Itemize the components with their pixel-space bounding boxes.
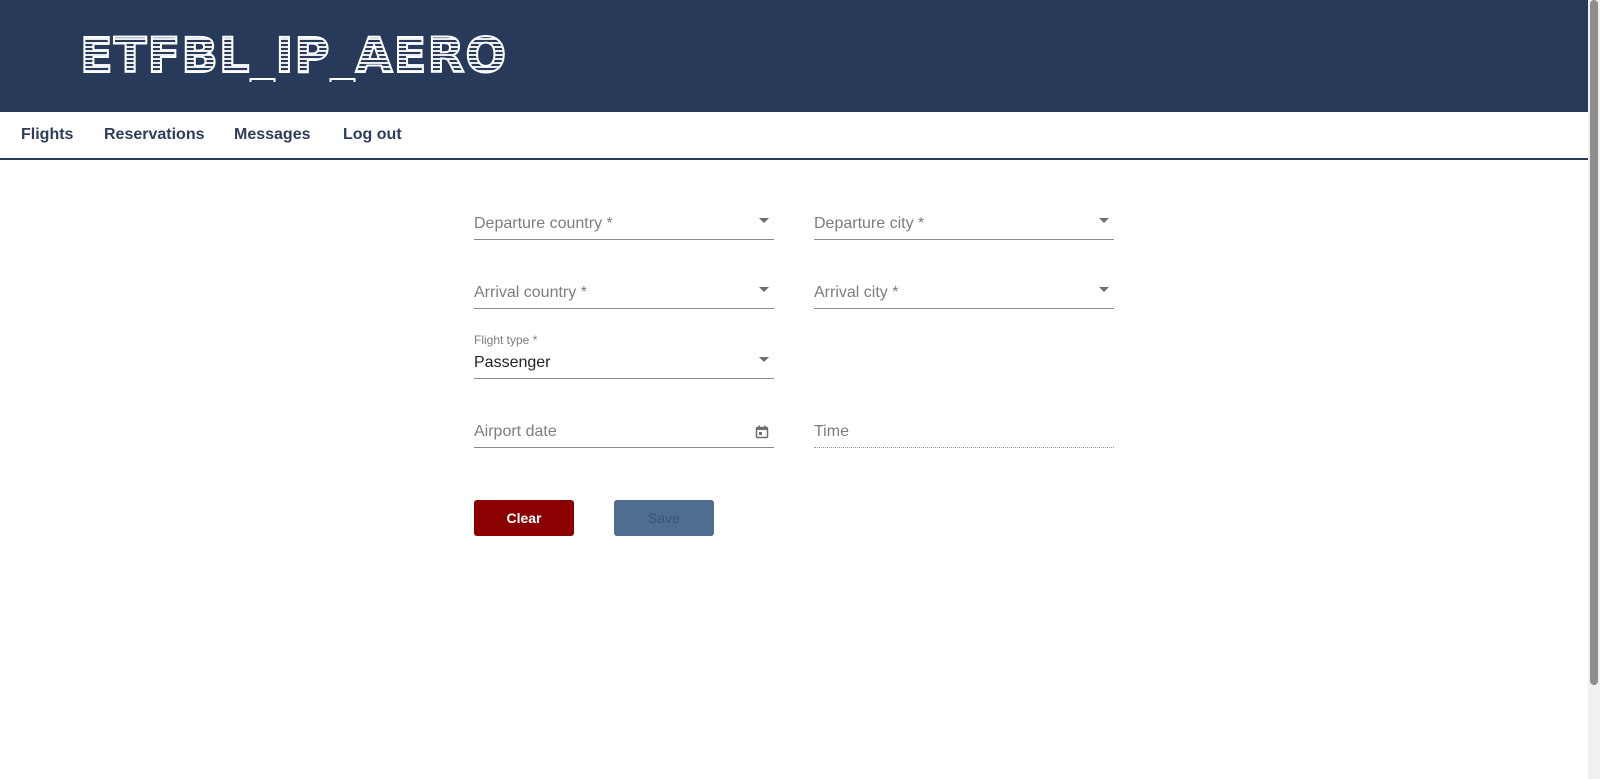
nav-item-reservations[interactable]: Reservations	[104, 126, 205, 144]
arrival-country-select[interactable]: Arrival country *	[474, 261, 774, 309]
chevron-down-icon	[759, 357, 769, 362]
chevron-down-icon	[1099, 218, 1109, 223]
logo-image: ETFBL_IP_AERO ETFBL_IP_AERO	[80, 27, 507, 82]
chevron-down-icon	[1099, 287, 1109, 292]
scrollbar-thumb[interactable]	[1590, 0, 1598, 685]
departure-country-placeholder: Departure country *	[474, 215, 613, 232]
flight-type-select[interactable]: Flight type * Passenger	[474, 331, 774, 379]
chevron-down-icon	[759, 287, 769, 292]
flight-type-label: Flight type *	[474, 333, 538, 347]
vertical-scrollbar[interactable]	[1588, 0, 1600, 779]
app-root: ETFBL_IP_AERO ETFBL_IP_AERO Flights Rese…	[0, 0, 1600, 779]
arrival-city-select[interactable]: Arrival city *	[814, 261, 1114, 309]
chevron-down-icon	[759, 218, 769, 223]
airport-date-placeholder: Airport date	[474, 423, 557, 440]
airport-date-field[interactable]: Airport date	[474, 400, 774, 448]
main-nav: Flights Reservations Messages Log out	[0, 112, 1588, 160]
flight-type-value: Passenger	[474, 354, 551, 371]
departure-city-placeholder: Departure city *	[814, 215, 925, 232]
time-placeholder: Time	[814, 423, 849, 440]
arrival-country-placeholder: Arrival country *	[474, 284, 587, 301]
clear-button[interactable]: Clear	[474, 500, 574, 536]
logo-text-fill: ETFBL_IP_AERO	[80, 28, 507, 82]
header-banner: ETFBL_IP_AERO ETFBL_IP_AERO	[0, 0, 1588, 112]
nav-item-flights[interactable]: Flights	[21, 126, 73, 144]
time-field[interactable]: Time	[814, 400, 1114, 448]
save-button[interactable]: Save	[614, 500, 714, 536]
arrival-city-placeholder: Arrival city *	[814, 284, 899, 301]
app-logo[interactable]: ETFBL_IP_AERO ETFBL_IP_AERO	[80, 22, 510, 82]
nav-item-messages[interactable]: Messages	[234, 126, 311, 144]
nav-item-log-out[interactable]: Log out	[343, 126, 402, 144]
calendar-icon[interactable]	[755, 425, 769, 439]
departure-country-select[interactable]: Departure country *	[474, 192, 774, 240]
departure-city-select[interactable]: Departure city *	[814, 192, 1114, 240]
